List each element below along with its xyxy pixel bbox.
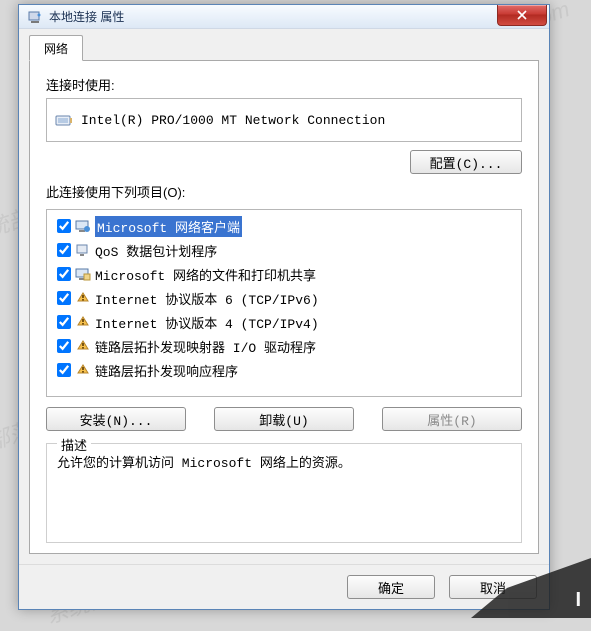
properties-button: 属性(R) <box>382 407 522 431</box>
connect-using-label: 连接时使用: <box>46 75 522 94</box>
network-adapter-icon <box>27 9 43 25</box>
item-label: 链路层拓扑发现映射器 I/O 驱动程序 <box>95 337 316 356</box>
uninstall-button[interactable]: 卸载(U) <box>214 407 354 431</box>
description-group: 描述 允许您的计算机访问 Microsoft 网络上的资源。 <box>46 443 522 543</box>
ok-button[interactable]: 确定 <box>347 575 435 599</box>
components-listbox[interactable]: Microsoft 网络客户端 QoS 数据包计划程序 Microsoft 网络… <box>46 209 522 397</box>
install-button[interactable]: 安装(N)... <box>46 407 186 431</box>
list-item[interactable]: QoS 数据包计划程序 <box>51 238 517 262</box>
description-text: 允许您的计算机访问 Microsoft 网络上的资源。 <box>57 454 511 475</box>
item-checkbox[interactable] <box>57 219 71 233</box>
close-icon <box>517 10 527 20</box>
item-checkbox[interactable] <box>57 363 71 377</box>
properties-dialog: 本地连接 属性 网络 连接时使用: Intel(R) PRO/1000 MT N… <box>18 4 550 610</box>
share-icon <box>75 266 91 282</box>
item-label: Microsoft 网络的文件和打印机共享 <box>95 265 316 284</box>
client-icon <box>75 218 91 234</box>
tab-network[interactable]: 网络 <box>29 35 83 61</box>
protocol-icon <box>75 338 91 354</box>
adapter-display: Intel(R) PRO/1000 MT Network Connection <box>46 98 522 142</box>
list-item[interactable]: Microsoft 网络客户端 <box>51 214 517 238</box>
item-label: 链路层拓扑发现响应程序 <box>95 361 238 380</box>
item-label: Internet 协议版本 6 (TCP/IPv6) <box>95 289 319 308</box>
window-title: 本地连接 属性 <box>49 8 124 25</box>
item-checkbox[interactable] <box>57 267 71 281</box>
close-button[interactable] <box>497 5 547 26</box>
list-item[interactable]: 链路层拓扑发现映射器 I/O 驱动程序 <box>51 334 517 358</box>
list-item[interactable]: Internet 协议版本 4 (TCP/IPv4) <box>51 310 517 334</box>
item-label: QoS 数据包计划程序 <box>95 241 217 260</box>
nic-icon <box>55 112 73 128</box>
protocol-icon <box>75 290 91 306</box>
titlebar[interactable]: 本地连接 属性 <box>19 5 549 29</box>
list-item[interactable]: Internet 协议版本 6 (TCP/IPv6) <box>51 286 517 310</box>
tab-page-network: 连接时使用: Intel(R) PRO/1000 MT Network Conn… <box>29 60 539 554</box>
description-legend: 描述 <box>57 435 91 454</box>
configure-button[interactable]: 配置(C)... <box>410 150 522 174</box>
protocol-icon <box>75 314 91 330</box>
item-label: Microsoft 网络客户端 <box>95 216 242 237</box>
item-checkbox[interactable] <box>57 291 71 305</box>
item-checkbox[interactable] <box>57 339 71 353</box>
items-label: 此连接使用下列项目(O): <box>46 182 522 201</box>
protocol-icon <box>75 362 91 378</box>
dialog-button-row: 确定 取消 <box>19 564 549 609</box>
list-item[interactable]: 链路层拓扑发现响应程序 <box>51 358 517 382</box>
scheduler-icon <box>75 242 91 258</box>
overlay-text: I <box>575 589 581 612</box>
item-checkbox[interactable] <box>57 315 71 329</box>
item-label: Internet 协议版本 4 (TCP/IPv4) <box>95 313 319 332</box>
list-item[interactable]: Microsoft 网络的文件和打印机共享 <box>51 262 517 286</box>
adapter-name: Intel(R) PRO/1000 MT Network Connection <box>81 113 385 128</box>
item-checkbox[interactable] <box>57 243 71 257</box>
